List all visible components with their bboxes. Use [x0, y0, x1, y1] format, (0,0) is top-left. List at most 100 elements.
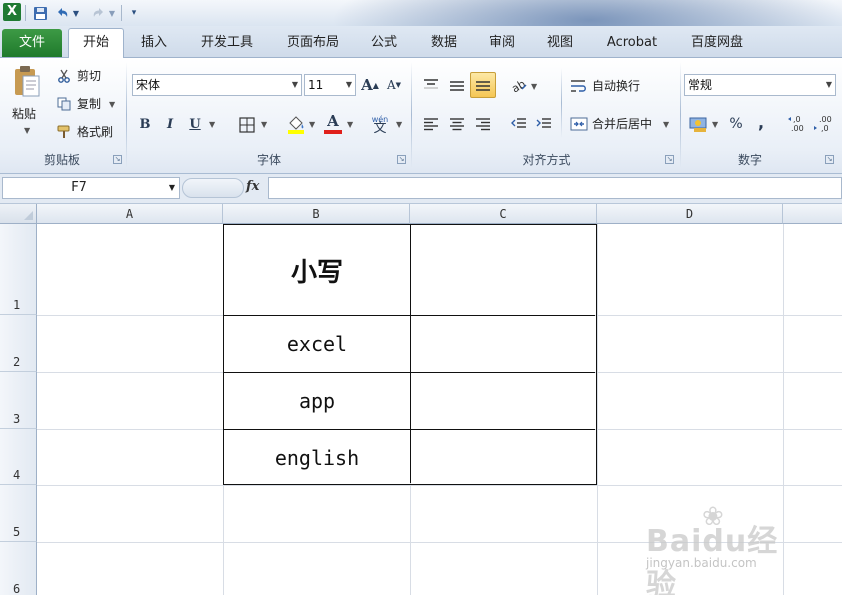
align-top-icon[interactable] [420, 74, 442, 96]
baidu-jingyan-watermark: ❀ Baidu经验 jingyan.baidu.com [646, 498, 806, 595]
format-painter-button[interactable]: 格式刷 [77, 124, 113, 140]
align-right-icon[interactable] [472, 113, 494, 135]
merge-dropdown-icon[interactable]: ▼ [663, 120, 669, 129]
merge-center-icon[interactable] [569, 114, 589, 134]
alignment-group-label: 对齐方式 [522, 153, 571, 167]
column-header-b[interactable]: B [223, 204, 410, 224]
formula-input[interactable] [268, 177, 842, 199]
undo-dropdown-icon[interactable]: ▼ [71, 4, 81, 22]
row-header-2[interactable]: 2 [0, 315, 37, 372]
svg-text:,0: ,0 [793, 115, 801, 124]
fill-color-dropdown-icon[interactable]: ▼ [309, 120, 315, 129]
cell-b2-text: excel [286, 332, 348, 356]
row-header-6[interactable]: 6 [0, 542, 37, 595]
wrap-text-icon[interactable] [569, 76, 589, 96]
column-header-e[interactable] [783, 204, 842, 224]
borders-icon[interactable] [237, 115, 257, 135]
wrap-text-button[interactable]: 自动换行 [592, 78, 640, 94]
percent-style-button[interactable]: % [726, 114, 746, 134]
copy-dropdown-icon[interactable]: ▼ [109, 100, 115, 109]
clipboard-launcher-icon[interactable]: ↘ [113, 155, 122, 164]
number-launcher-icon[interactable]: ↘ [825, 155, 834, 164]
cell-b4[interactable]: english [224, 430, 410, 485]
font-color-dropdown-icon[interactable]: ▼ [347, 120, 353, 129]
tab-review[interactable]: 审阅 [480, 31, 524, 57]
insert-function-icon[interactable]: fx [246, 179, 259, 194]
tab-baidu-netdisk[interactable]: 百度网盘 [682, 31, 752, 57]
shrink-font-icon[interactable]: A ▼ [384, 75, 404, 95]
tab-file[interactable]: 文件 [2, 29, 62, 57]
font-name-select[interactable]: 宋体 ▼ [132, 74, 302, 96]
redo-icon[interactable] [90, 4, 106, 22]
paste-dropdown-icon[interactable]: ▼ [24, 126, 30, 135]
bold-button[interactable]: B [136, 114, 154, 134]
copy-icon[interactable] [56, 96, 72, 112]
column-header-a[interactable]: A [37, 204, 223, 224]
comma-style-button[interactable]: , [754, 112, 768, 132]
alignment-launcher-icon[interactable]: ↘ [665, 155, 674, 164]
row-header-3[interactable]: 3 [0, 372, 37, 429]
increase-decimal-icon[interactable]: ,0.00 [786, 112, 810, 136]
name-box[interactable]: F7 ▼ [2, 177, 180, 199]
fill-color-icon[interactable] [285, 113, 307, 135]
font-size-select[interactable]: 11 ▼ [304, 74, 356, 96]
cut-button[interactable]: 剪切 [77, 68, 101, 84]
row-header-4[interactable]: 4 [0, 429, 37, 485]
align-middle-icon[interactable] [446, 74, 468, 96]
tab-formulas[interactable]: 公式 [362, 31, 406, 57]
tab-data[interactable]: 数据 [422, 31, 466, 57]
underline-dropdown-icon[interactable]: ▼ [209, 120, 215, 129]
currency-dropdown-icon[interactable]: ▼ [712, 120, 718, 129]
paste-button[interactable]: 粘贴 [12, 106, 36, 122]
phonetic-dropdown-icon[interactable]: ▼ [396, 120, 402, 129]
row-header-1[interactable]: 1 [0, 224, 37, 315]
underline-button[interactable]: U [186, 114, 204, 134]
tab-acrobat[interactable]: Acrobat [598, 31, 666, 57]
excel-app-icon[interactable]: X [3, 3, 21, 21]
clipboard-group-label: 剪贴板 [43, 153, 80, 167]
formula-bar-splitter[interactable] [182, 178, 244, 198]
italic-button[interactable]: I [161, 114, 179, 134]
column-header-c[interactable]: C [410, 204, 597, 224]
cell-b2[interactable]: excel [224, 316, 410, 372]
tab-developer[interactable]: 开发工具 [192, 31, 262, 57]
increase-indent-icon[interactable] [533, 113, 555, 135]
redo-dropdown-icon[interactable]: ▼ [107, 4, 117, 22]
grow-font-icon[interactable]: A ▲ [360, 75, 380, 95]
number-format-select[interactable]: 常规 ▼ [684, 74, 836, 96]
group-separator [411, 62, 412, 168]
cell-b3[interactable]: app [224, 373, 410, 429]
svg-text:.00: .00 [819, 115, 832, 124]
decrease-decimal-icon[interactable]: .00,0 [812, 112, 836, 136]
format-painter-icon[interactable] [56, 124, 72, 140]
merge-center-button[interactable]: 合并后居中 [592, 116, 652, 132]
paste-icon[interactable] [10, 64, 44, 100]
customize-qat-icon[interactable]: ▾ [128, 4, 140, 22]
cell-b1[interactable]: 小写 [224, 225, 410, 315]
scissors-icon[interactable] [56, 68, 72, 84]
align-center-icon[interactable] [446, 113, 468, 135]
borders-dropdown-icon[interactable]: ▼ [261, 120, 267, 129]
svg-text:.00: .00 [791, 124, 804, 133]
copy-button[interactable]: 复制 [77, 96, 101, 112]
cell-b1-text: 小写 [290, 257, 343, 288]
save-icon[interactable] [31, 4, 49, 22]
orientation-dropdown-icon[interactable]: ▼ [531, 82, 537, 91]
orientation-icon[interactable]: ab [508, 74, 530, 96]
font-color-icon[interactable]: A [322, 112, 344, 136]
font-launcher-icon[interactable]: ↘ [397, 155, 406, 164]
select-all-corner[interactable] [0, 204, 37, 224]
tab-insert[interactable]: 插入 [132, 31, 176, 57]
align-left-icon[interactable] [420, 113, 442, 135]
tab-view[interactable]: 视图 [538, 31, 582, 57]
phonetic-guide-icon[interactable]: wén 文 [368, 112, 392, 136]
decrease-indent-icon[interactable] [508, 113, 530, 135]
tab-home[interactable]: 开始 [68, 28, 124, 59]
currency-format-icon[interactable] [688, 113, 710, 135]
align-bottom-icon[interactable] [470, 72, 496, 98]
column-header-d[interactable]: D [597, 204, 783, 224]
undo-icon[interactable] [54, 4, 70, 22]
tab-page-layout[interactable]: 页面布局 [278, 31, 348, 57]
watermark-url: jingyan.baidu.com [646, 556, 757, 570]
row-header-5[interactable]: 5 [0, 485, 37, 542]
